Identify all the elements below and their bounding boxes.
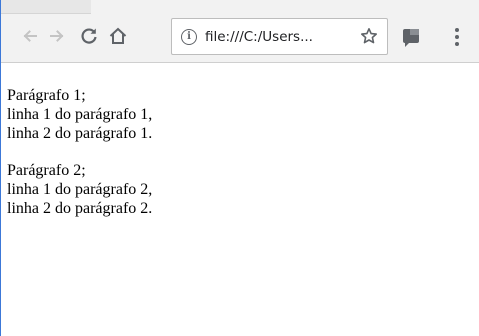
paragraph-line: linha 2 do parágrafo 1.: [7, 125, 153, 142]
browser-toolbar: i file:///C:/Users...: [1, 0, 479, 63]
star-icon: [361, 28, 377, 44]
paragraph-2: Parágrafo 2; linha 1 do parágrafo 2, lin…: [7, 161, 467, 218]
forward-button[interactable]: [46, 25, 68, 47]
reload-button[interactable]: [78, 25, 100, 47]
active-tab-edge[interactable]: [1, 0, 91, 14]
home-icon: [109, 27, 127, 44]
bookmark-star-button[interactable]: [359, 26, 379, 46]
browser-menu-button[interactable]: [449, 27, 465, 47]
extension-icon: [403, 29, 419, 47]
paragraph-line: linha 1 do parágrafo 1,: [7, 106, 153, 123]
paragraph-line: linha 1 do parágrafo 2,: [7, 181, 153, 198]
menu-dot: [455, 28, 459, 32]
info-icon[interactable]: i: [181, 28, 197, 45]
paragraph-line: Parágrafo 2;: [7, 162, 86, 179]
back-button[interactable]: [19, 25, 41, 47]
browser-window: i file:///C:/Users... Parágrafo 1; linha…: [0, 0, 479, 336]
url-text[interactable]: file:///C:/Users...: [205, 29, 365, 45]
extension-button[interactable]: [401, 27, 423, 47]
reload-icon: [81, 28, 97, 44]
menu-dot: [455, 35, 459, 39]
page-content: Parágrafo 1; linha 1 do parágrafo 1, lin…: [7, 86, 467, 236]
address-bar[interactable]: i file:///C:/Users...: [171, 18, 388, 55]
arrow-right-icon: [50, 30, 64, 42]
menu-dot: [455, 42, 459, 46]
paragraph-line: linha 2 do parágrafo 2.: [7, 200, 153, 217]
paragraph-line: Parágrafo 1;: [7, 87, 86, 104]
paragraph-1: Parágrafo 1; linha 1 do parágrafo 1, lin…: [7, 86, 467, 143]
tab-strip: [1, 0, 479, 14]
home-button[interactable]: [107, 25, 129, 47]
arrow-left-icon: [23, 30, 37, 42]
